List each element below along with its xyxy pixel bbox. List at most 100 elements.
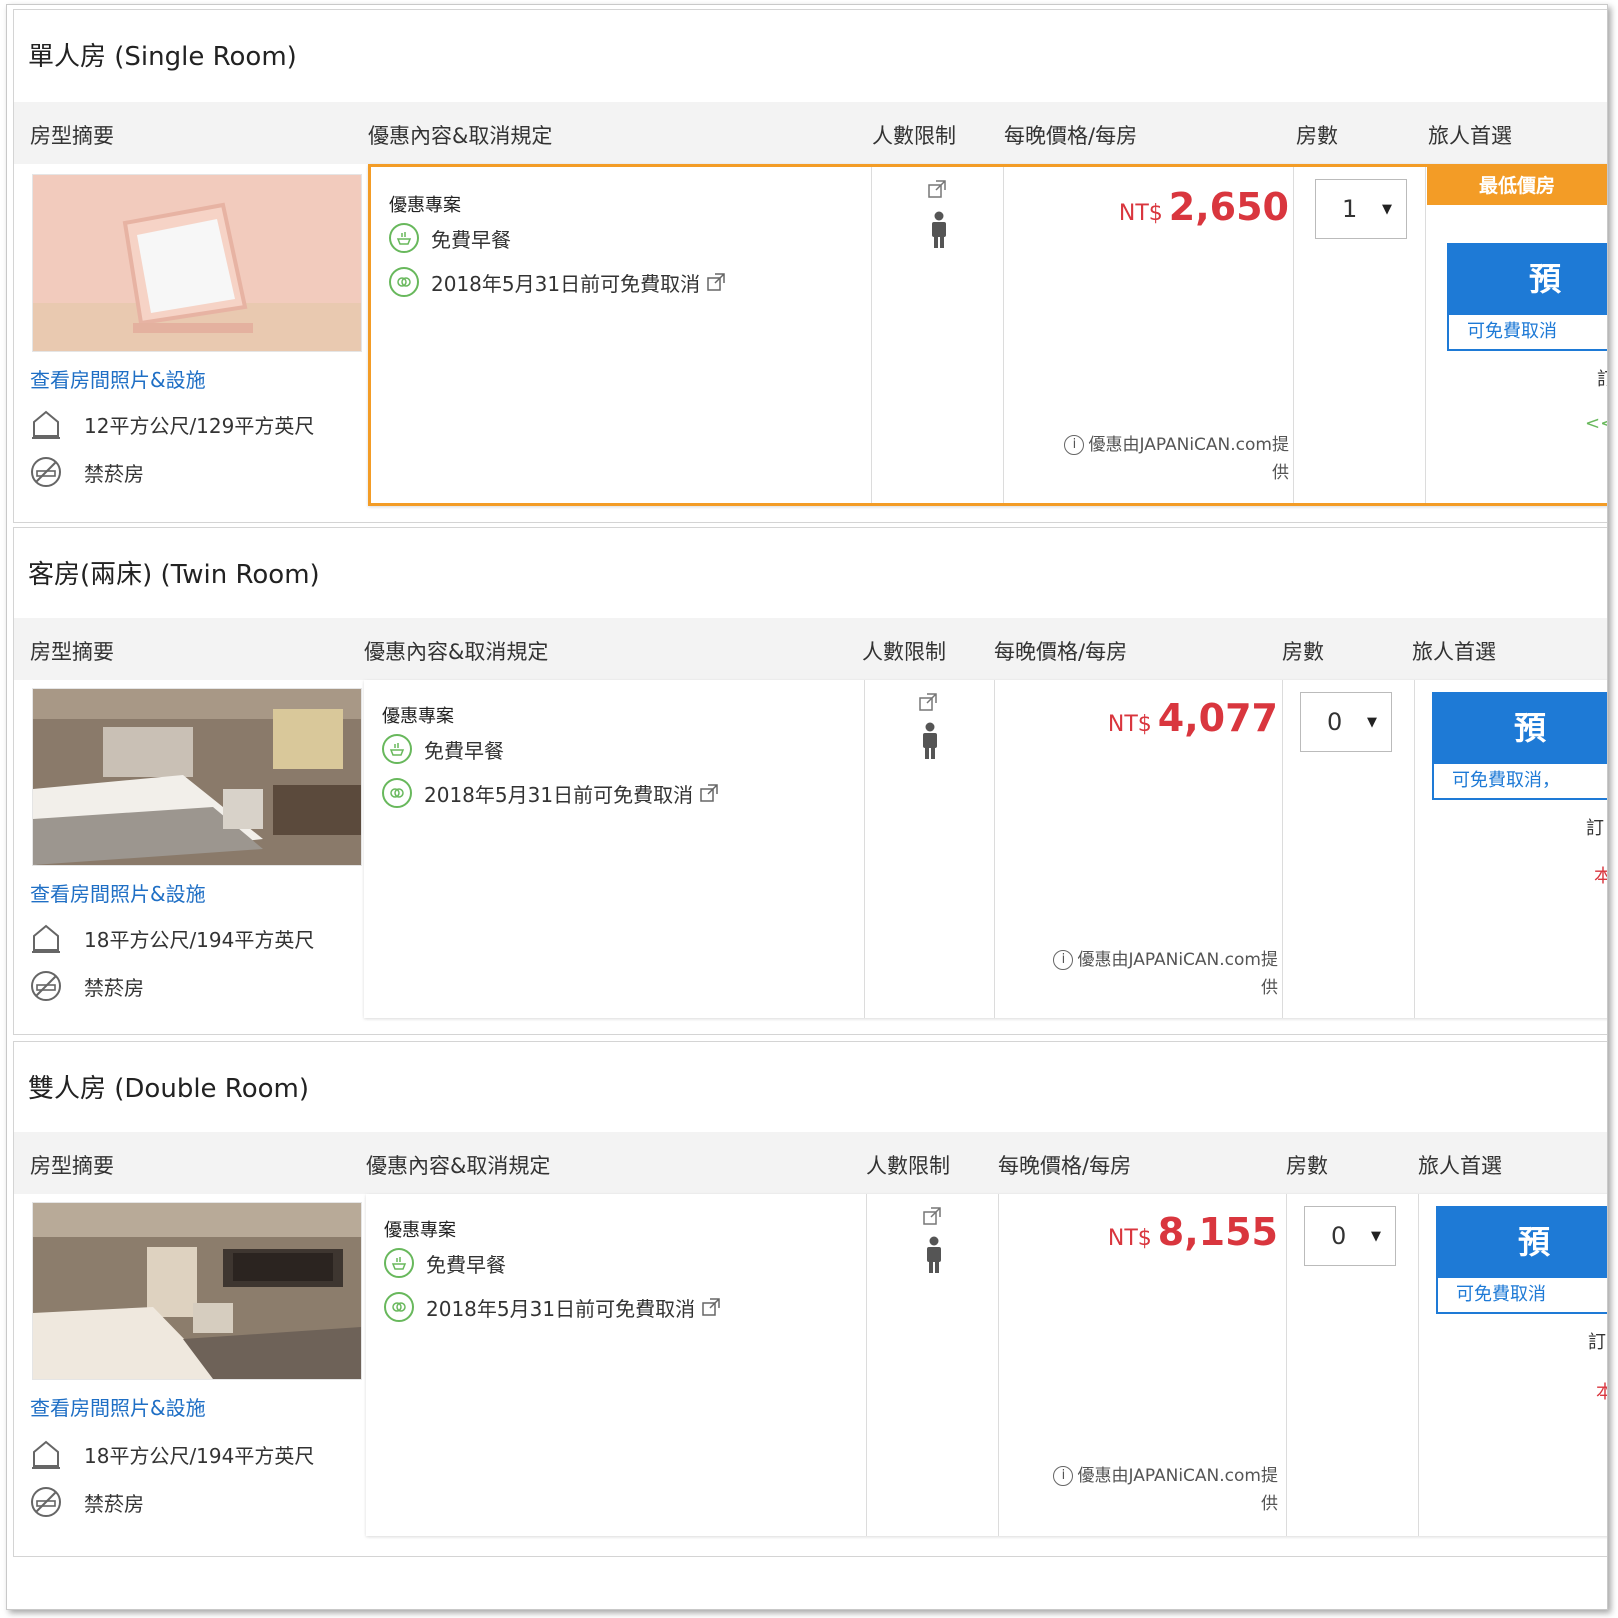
info-icon: i (1053, 1466, 1074, 1486)
chevron-down-icon: ▼ (1382, 202, 1392, 217)
column-header-row: 房型摘要 優惠內容&取消規定 人數限制 每晚價格/每房 房數 旅人首選 (14, 102, 1607, 164)
cancel-icon (389, 267, 419, 297)
column-header-price: 每晚價格/每房 (994, 640, 1128, 664)
column-header-price: 每晚價格/每房 (998, 1154, 1132, 1178)
perk-breakfast: 免費早餐 (384, 1248, 506, 1278)
offer-row: 優惠專案 免費早餐 2018年5月31日前可免費取消 NT$ 2,650 i 優惠由… (368, 164, 1607, 506)
perk-breakfast-text: 免費早餐 (424, 738, 504, 763)
price-currency: NT$ (1118, 201, 1163, 226)
view-room-photos-link[interactable]: 查看房間照片&設施 (30, 878, 206, 907)
perk-breakfast: 免費早餐 (389, 223, 511, 253)
free-cancel-note: 可免費取消， (1432, 764, 1607, 800)
cropped-text: 訂 (1588, 1332, 1606, 1353)
provider-line-1: 優惠由JAPANiCAN.com提 (1077, 950, 1278, 970)
room-size-text: 18平方公尺/194平方英尺 (84, 1443, 315, 1468)
column-header-price: 每晚價格/每房 (1004, 124, 1138, 148)
view-room-photos-link[interactable]: 查看房間照片&設施 (30, 1392, 206, 1421)
room-qty-value: 1 (1342, 195, 1358, 223)
room-card-single: 單人房 (Single Room) 房型摘要 優惠內容&取消規定 人數限制 每晚… (13, 9, 1607, 523)
perk-free-cancel: 2018年5月31日前可免費取消 (384, 1292, 721, 1322)
column-header-choice: 旅人首選 (1418, 1154, 1502, 1178)
smoking-policy: 禁菸房 (30, 456, 144, 488)
perk-free-cancel: 2018年5月31日前可免費取消 (389, 267, 726, 297)
price-provider-note: i 優惠由JAPANiCAN.com提 供 (1053, 1462, 1278, 1518)
person-icon (927, 1236, 941, 1273)
column-header-offer: 優惠內容&取消規定 (366, 1154, 551, 1178)
column-header-row: 房型摘要 優惠內容&取消規定 人數限制 每晚價格/每房 房數 旅人首選 (14, 1132, 1607, 1194)
perk-free-cancel-text: 2018年5月31日前可免費取消 (426, 1296, 696, 1321)
column-header-choice: 旅人首選 (1428, 124, 1512, 148)
free-cancel-note: 可免費取消 (1447, 315, 1607, 351)
cropped-text: 訂 (1586, 818, 1604, 839)
column-header-rooms: 房數 (1282, 640, 1324, 664)
perk-breakfast: 免費早餐 (382, 734, 504, 764)
room-title: 雙人房 (Double Room) (28, 1074, 309, 1104)
provider-line-2: 供 (1261, 1494, 1278, 1514)
price: NT$ 2,650 (1119, 185, 1289, 229)
column-header-offer: 優惠內容&取消規定 (364, 640, 549, 664)
cropped-text-red: 本 (1596, 1378, 1607, 1404)
perk-free-cancel: 2018年5月31日前可免費取消 (382, 778, 719, 808)
price-provider-note: i 優惠由JAPANiCAN.com提 供 (1053, 946, 1278, 1002)
room-photo[interactable] (32, 688, 362, 866)
room-qty-select[interactable]: 0 ▼ (1304, 1206, 1396, 1266)
breakfast-icon (384, 1248, 414, 1278)
person-icon (923, 722, 937, 759)
provider-line-1: 優惠由JAPANiCAN.com提 (1088, 435, 1289, 455)
room-photo[interactable] (32, 1202, 362, 1380)
cropped-text: 訂 (1597, 365, 1607, 391)
offer-row: 優惠專案 免費早餐 2018年5月31日前可免費取消 NT$ 8,155 i 優惠由… (366, 1194, 1607, 1536)
room-card-twin: 客房(兩床) (Twin Room) 房型摘要 優惠內容&取消規定 人數限制 每… (13, 527, 1607, 1035)
smoking-policy-text: 禁菸房 (84, 1491, 144, 1516)
book-button[interactable]: 預 (1432, 692, 1607, 764)
room-qty-value: 0 (1331, 1222, 1347, 1250)
room-size-icon (32, 410, 60, 439)
smoking-policy-text: 禁菸房 (84, 461, 144, 486)
room-card-double: 雙人房 (Double Room) 房型摘要 優惠內容&取消規定 人數限制 每晚… (13, 1041, 1607, 1557)
no-smoking-icon (31, 971, 61, 1001)
room-size-text: 18平方公尺/194平方英尺 (84, 927, 315, 952)
column-header-occupancy: 人數限制 (866, 1154, 950, 1178)
provider-line-1: 優惠由JAPANiCAN.com提 (1077, 1466, 1278, 1486)
room-size: 18平方公尺/194平方英尺 (30, 1438, 314, 1470)
occupancy-info-icon[interactable] (927, 179, 947, 199)
external-link-icon[interactable] (706, 272, 726, 292)
book-button[interactable]: 預 (1447, 243, 1607, 315)
column-header-summary: 房型摘要 (30, 1154, 114, 1178)
room-photo[interactable] (32, 174, 362, 352)
chevron-down-icon: ▼ (1367, 715, 1377, 730)
plan-label: 優惠專案 (389, 195, 461, 216)
cropped-link[interactable]: << (1585, 413, 1607, 434)
breakfast-icon (389, 223, 419, 253)
external-link-icon[interactable] (699, 783, 719, 803)
room-list-window: 單人房 (Single Room) 房型摘要 優惠內容&取消規定 人數限制 每晚… (6, 4, 1608, 1610)
smoking-policy-text: 禁菸房 (84, 975, 144, 1000)
smoking-policy: 禁菸房 (30, 1486, 144, 1518)
column-header-summary: 房型摘要 (30, 640, 114, 664)
room-qty-select[interactable]: 0 ▼ (1300, 692, 1392, 752)
column-header-occupancy: 人數限制 (862, 640, 946, 664)
offer-row: 優惠專案 免費早餐 2018年5月31日前可免費取消 NT$ 4,077 i 優惠由… (364, 680, 1607, 1018)
free-cancel-note: 可免費取消 (1436, 1278, 1607, 1314)
perk-free-cancel-text: 2018年5月31日前可免費取消 (431, 271, 701, 296)
room-qty-value: 0 (1327, 708, 1343, 736)
no-smoking-icon (31, 1487, 61, 1517)
occupancy-info-icon[interactable] (918, 692, 938, 712)
column-header-rooms: 房數 (1296, 124, 1338, 148)
room-size: 18平方公尺/194平方英尺 (30, 922, 314, 954)
smoking-policy: 禁菸房 (30, 970, 144, 1002)
column-header-summary: 房型摘要 (30, 124, 114, 148)
cropped-text-red: 本 (1594, 862, 1607, 888)
person-icon (932, 211, 946, 248)
price-currency: NT$ (1107, 712, 1152, 737)
perk-breakfast-text: 免費早餐 (431, 227, 511, 252)
plan-label: 優惠專案 (384, 1220, 456, 1241)
room-title: 單人房 (Single Room) (28, 42, 297, 72)
price-amount: 2,650 (1168, 185, 1289, 229)
occupancy-info-icon[interactable] (922, 1206, 942, 1226)
external-link-icon[interactable] (701, 1297, 721, 1317)
view-room-photos-link[interactable]: 查看房間照片&設施 (30, 364, 206, 393)
column-header-rooms: 房數 (1286, 1154, 1328, 1178)
room-qty-select[interactable]: 1 ▼ (1315, 179, 1407, 239)
book-button[interactable]: 預 (1436, 1206, 1607, 1278)
